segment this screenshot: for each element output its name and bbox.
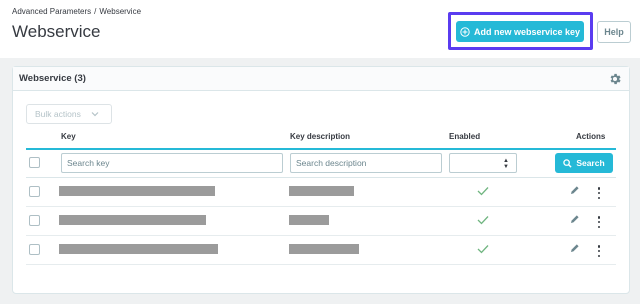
column-header-actions: Actions	[576, 132, 606, 141]
page-header: Advanced Parameters / Webservice Webservic…	[0, 0, 640, 58]
column-header-enabled[interactable]: Enabled	[449, 132, 480, 141]
kebab-icon[interactable]	[597, 216, 601, 228]
row-checkbox[interactable]	[29, 244, 40, 255]
enabled-filter-select[interactable]: ▲ ▼	[449, 153, 517, 173]
search-button[interactable]: Search	[555, 153, 613, 173]
chevron-down-icon	[91, 112, 99, 117]
row-divider	[26, 264, 616, 265]
redacted-description	[289, 186, 354, 196]
check-icon[interactable]	[477, 186, 489, 196]
redacted-key	[59, 244, 218, 254]
table-header-divider	[26, 148, 616, 150]
add-webservice-key-button[interactable]: Add new webservice key	[456, 21, 584, 42]
redacted-key	[59, 215, 206, 225]
select-all-checkbox[interactable]	[29, 157, 40, 168]
page-title: Webservice	[12, 22, 101, 41]
pencil-icon[interactable]	[570, 243, 580, 253]
breadcrumb-parent[interactable]: Advanced Parameters	[12, 7, 91, 16]
kebab-icon[interactable]	[597, 187, 601, 199]
row-checkbox[interactable]	[29, 186, 40, 197]
breadcrumb-separator: /	[94, 7, 97, 16]
filter-row-divider	[26, 177, 616, 178]
breadcrumb-current: Webservice	[99, 7, 142, 16]
redacted-description	[289, 244, 359, 254]
search-key-input[interactable]	[61, 153, 283, 173]
redacted-key	[59, 186, 215, 196]
check-icon[interactable]	[477, 215, 489, 225]
pencil-icon[interactable]	[570, 185, 580, 195]
row-divider	[26, 235, 616, 236]
column-header-key[interactable]: Key	[61, 132, 76, 141]
sort-arrows-icon: ▲ ▼	[503, 158, 509, 170]
row-divider	[26, 206, 616, 207]
row-checkbox[interactable]	[29, 215, 40, 226]
kebab-icon[interactable]	[597, 245, 601, 257]
add-circle-icon	[460, 26, 470, 37]
pencil-icon[interactable]	[570, 214, 580, 224]
help-button[interactable]: Help	[597, 21, 631, 43]
column-header-description[interactable]: Key description	[290, 132, 350, 141]
add-webservice-key-label: Add new webservice key	[473, 26, 581, 37]
card-header: Webservice (3)	[13, 67, 629, 91]
bulk-actions-dropdown[interactable]: Bulk actions	[26, 104, 112, 124]
card-title: Webservice (3)	[19, 73, 86, 84]
search-description-input[interactable]	[290, 153, 442, 173]
bulk-actions-label: Bulk actions	[35, 109, 81, 119]
webservice-card: Webservice (3) Bulk actions Key Key desc…	[12, 66, 630, 294]
check-icon[interactable]	[477, 244, 489, 254]
gear-icon[interactable]	[608, 72, 622, 86]
search-icon	[563, 158, 572, 168]
breadcrumb: Advanced Parameters / Webservice	[12, 7, 141, 16]
search-button-label: Search	[576, 158, 605, 168]
redacted-description	[289, 215, 329, 225]
